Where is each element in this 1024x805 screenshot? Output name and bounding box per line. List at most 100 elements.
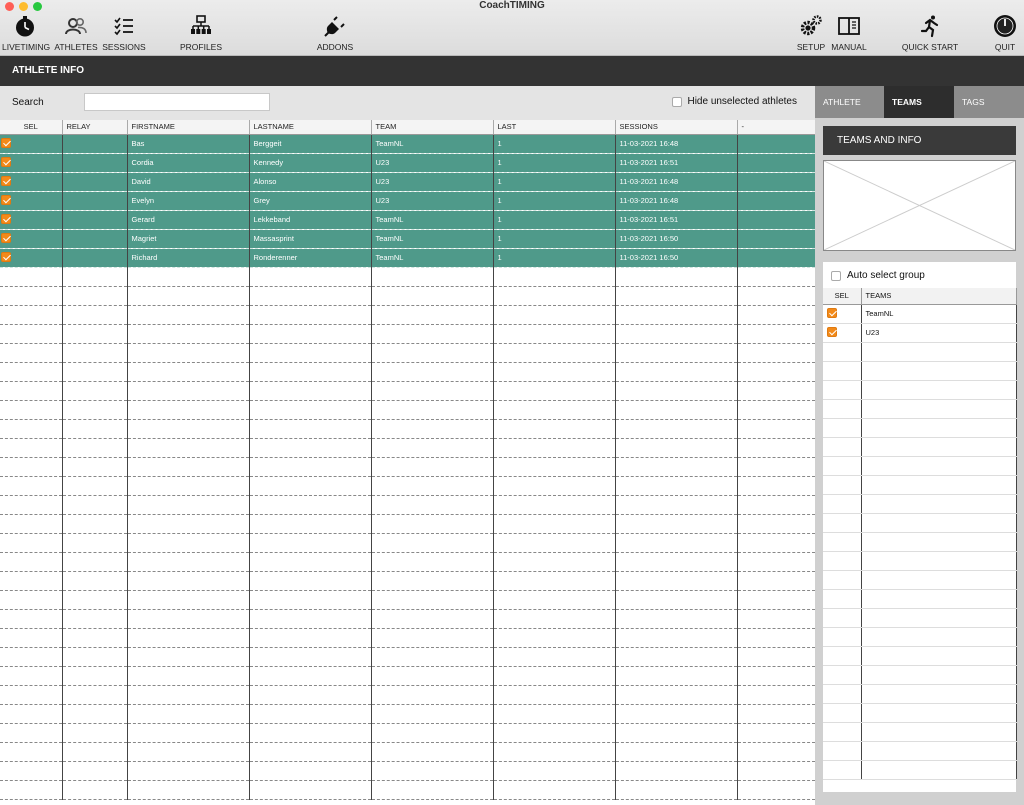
relay-cell bbox=[62, 210, 128, 230]
sel-cell bbox=[0, 514, 63, 534]
tab-tags[interactable]: TAGS bbox=[954, 86, 1024, 118]
athlete-table-header: SEL RELAY FIRSTNAME LASTNAME TEAM LAST S… bbox=[0, 120, 816, 135]
team-cell: U23 bbox=[371, 153, 494, 173]
teams-table-header: SEL TEAMS bbox=[823, 288, 1017, 305]
team-sel-cell bbox=[823, 570, 862, 590]
table-row[interactable]: David Alonso U23 1 11-03-2021 16:48 bbox=[0, 172, 816, 192]
stopwatch-icon bbox=[2, 14, 48, 40]
team-name-cell bbox=[861, 494, 1017, 514]
table-row[interactable]: Gerard Lekkeband TeamNL 1 11-03-2021 16:51 bbox=[0, 210, 816, 230]
extra-cell bbox=[737, 438, 816, 458]
hide-unselected-toggle[interactable]: Hide unselected athletes bbox=[672, 96, 797, 107]
team-cell bbox=[371, 704, 494, 724]
extra-cell bbox=[737, 286, 816, 306]
row-select-checkbox[interactable] bbox=[1, 251, 11, 262]
relay-cell bbox=[62, 267, 128, 287]
auto-select-group-toggle[interactable]: Auto select group bbox=[831, 270, 925, 281]
empty-team-row bbox=[823, 399, 1017, 419]
firstname-cell bbox=[127, 704, 250, 724]
column-header-relay[interactable]: RELAY bbox=[62, 120, 128, 135]
addons-button[interactable]: ADDONS bbox=[313, 14, 357, 54]
extra-cell bbox=[737, 780, 816, 800]
last-cell bbox=[493, 267, 616, 287]
firstname-cell bbox=[127, 400, 250, 420]
athlete-table: SEL RELAY FIRSTNAME LASTNAME TEAM LAST S… bbox=[0, 120, 816, 800]
team-name-cell bbox=[861, 703, 1017, 723]
sessions-cell bbox=[615, 343, 738, 363]
team-select-checkbox[interactable] bbox=[827, 307, 837, 318]
table-row[interactable]: Evelyn Grey U23 1 11-03-2021 16:48 bbox=[0, 191, 816, 211]
row-select-checkbox[interactable] bbox=[1, 213, 11, 224]
relay-cell bbox=[62, 590, 128, 610]
team-select-checkbox[interactable] bbox=[827, 326, 837, 337]
last-cell bbox=[493, 514, 616, 534]
firstname-cell bbox=[127, 381, 250, 401]
team-name-cell bbox=[861, 513, 1017, 533]
athletes-button[interactable]: ATHLETES bbox=[53, 14, 99, 54]
row-select-checkbox[interactable] bbox=[1, 232, 11, 243]
lastname-cell bbox=[249, 419, 372, 439]
hide-unselected-checkbox[interactable] bbox=[672, 96, 683, 107]
row-select-checkbox[interactable] bbox=[1, 156, 11, 167]
quit-button[interactable]: QUIT bbox=[988, 14, 1022, 54]
setup-button[interactable]: SETUP bbox=[794, 14, 828, 54]
empty-team-row bbox=[823, 760, 1017, 780]
lastname-cell bbox=[249, 685, 372, 705]
sessions-cell bbox=[615, 571, 738, 591]
lastname-cell bbox=[249, 495, 372, 515]
column-header-sel[interactable]: SEL bbox=[0, 120, 63, 135]
firstname-cell: Magriet bbox=[127, 229, 250, 249]
last-cell bbox=[493, 419, 616, 439]
sessions-cell bbox=[615, 419, 738, 439]
relay-cell bbox=[62, 495, 128, 515]
row-select-checkbox[interactable] bbox=[1, 137, 11, 148]
sel-cell bbox=[0, 362, 63, 382]
search-input[interactable] bbox=[84, 93, 270, 111]
livetiming-button[interactable]: LIVETIMING bbox=[2, 14, 50, 54]
sessions-button[interactable]: SESSIONS bbox=[102, 14, 146, 54]
column-header-last[interactable]: LAST bbox=[493, 120, 616, 135]
column-header-lastname[interactable]: LASTNAME bbox=[249, 120, 372, 135]
row-select-checkbox[interactable] bbox=[1, 194, 11, 205]
column-header-extra[interactable]: - bbox=[737, 120, 816, 135]
manual-button[interactable]: MANUAL bbox=[828, 14, 870, 54]
team-cell bbox=[371, 419, 494, 439]
row-select-checkbox[interactable] bbox=[1, 175, 11, 186]
teams-column-header-sel[interactable]: SEL bbox=[823, 288, 862, 305]
firstname-cell bbox=[127, 362, 250, 382]
extra-cell bbox=[737, 153, 816, 173]
team-cell: TeamNL bbox=[371, 229, 494, 249]
sessions-cell bbox=[615, 590, 738, 610]
auto-select-group-checkbox[interactable] bbox=[831, 270, 841, 281]
teams-column-header-teams[interactable]: TEAMS bbox=[861, 288, 1017, 305]
extra-cell bbox=[737, 533, 816, 553]
firstname-cell bbox=[127, 628, 250, 648]
extra-cell bbox=[737, 400, 816, 420]
table-row[interactable]: Cordia Kennedy U23 1 11-03-2021 16:51 bbox=[0, 153, 816, 173]
lastname-cell bbox=[249, 704, 372, 724]
table-row[interactable]: Magriet Massasprint TeamNL 1 11-03-2021 16:5… bbox=[0, 229, 816, 249]
tab-athlete[interactable]: ATHLETE bbox=[815, 86, 884, 118]
table-row[interactable]: Richard Ronderenner TeamNL 1 11-03-2021 16:5… bbox=[0, 248, 816, 268]
team-row[interactable]: U23 bbox=[823, 323, 1017, 343]
profiles-button[interactable]: PROFILES bbox=[178, 14, 224, 54]
team-cell: TeamNL bbox=[371, 210, 494, 230]
relay-cell bbox=[62, 305, 128, 325]
column-header-team[interactable]: TEAM bbox=[371, 120, 494, 135]
sessions-cell bbox=[615, 400, 738, 420]
team-row[interactable]: TeamNL bbox=[823, 304, 1017, 324]
column-header-firstname[interactable]: FIRSTNAME bbox=[127, 120, 250, 135]
quick-start-button[interactable]: QUICK START bbox=[900, 14, 960, 54]
column-header-sessions[interactable]: SESSIONS bbox=[615, 120, 738, 135]
empty-team-row bbox=[823, 741, 1017, 761]
table-row[interactable]: Bas Berggeit TeamNL 1 11-03-2021 16:48 bbox=[0, 134, 816, 154]
relay-cell bbox=[62, 552, 128, 572]
last-cell bbox=[493, 381, 616, 401]
tab-teams[interactable]: TEAMS bbox=[884, 86, 954, 118]
lastname-cell bbox=[249, 590, 372, 610]
relay-cell bbox=[62, 533, 128, 553]
empty-team-row bbox=[823, 456, 1017, 476]
sessions-cell bbox=[615, 647, 738, 667]
sessions-cell bbox=[615, 552, 738, 572]
lastname-cell bbox=[249, 533, 372, 553]
